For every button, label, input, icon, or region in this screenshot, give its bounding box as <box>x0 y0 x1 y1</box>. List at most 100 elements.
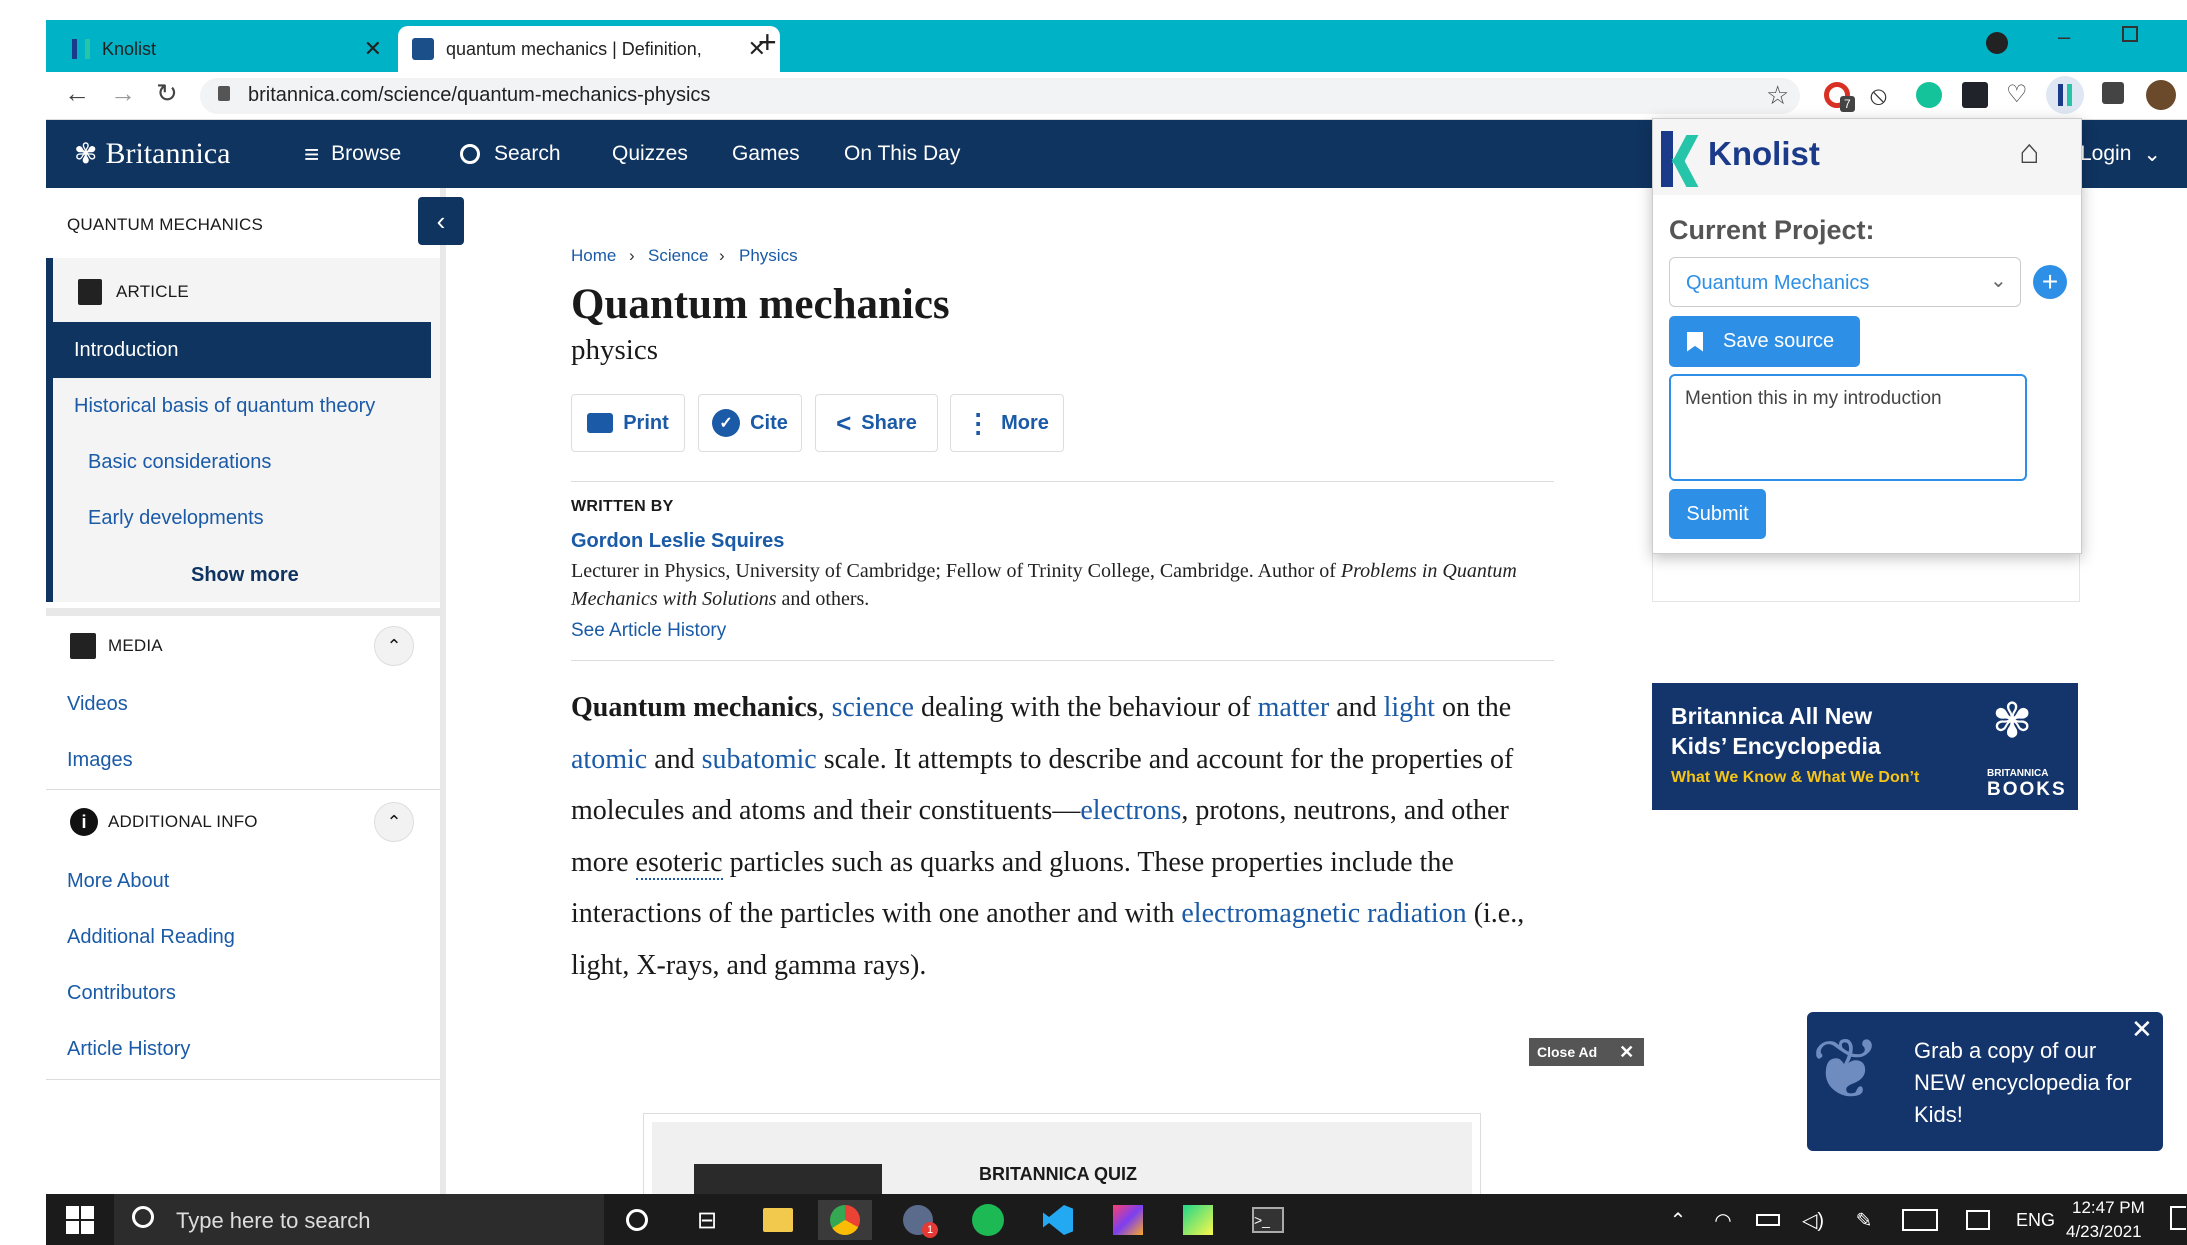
clock-date[interactable]: 4/23/2021 <box>2066 1222 2142 1242</box>
sidebar-item-historical-basis[interactable]: Historical basis of quantum theory <box>74 395 375 418</box>
share-button[interactable]: < Share <box>815 394 938 452</box>
pycharm-icon[interactable] <box>1178 1200 1218 1240</box>
pocket-icon[interactable]: ♡ <box>2006 80 2028 109</box>
close-icon[interactable]: ✕ <box>2131 1014 2153 1045</box>
bookmark-icon <box>1687 331 1703 352</box>
terminal-icon[interactable]: >_ <box>1248 1200 1288 1240</box>
nav-search[interactable]: Search <box>460 120 561 188</box>
share-icon: < <box>836 407 852 438</box>
address-bar[interactable]: britannica.com/science/quantum-mechanics… <box>200 78 1800 114</box>
tab-knolist[interactable]: Knolist ✕ <box>46 26 396 72</box>
cortana-icon[interactable] <box>617 1200 657 1240</box>
clock-time[interactable]: 12:47 PM <box>2072 1198 2145 1218</box>
nav-browse[interactable]: ≡ Browse <box>304 120 401 188</box>
close-tab-icon[interactable]: ✕ <box>364 36 382 62</box>
back-arrow-icon[interactable]: ← <box>64 78 90 109</box>
touch-keyboard-icon[interactable] <box>1900 1200 1940 1240</box>
collapse-media-button[interactable]: ⌃ <box>374 626 414 666</box>
note-textarea[interactable]: Mention this in my introduction <box>1669 374 2027 481</box>
chrome-icon[interactable] <box>818 1200 872 1240</box>
close-ad-button[interactable]: Close Ad ✕ <box>1529 1038 1644 1066</box>
taskbar-search-box[interactable]: Type here to search <box>114 1194 604 1245</box>
home-icon[interactable]: ⌂ <box>2019 133 2040 172</box>
display-icon[interactable] <box>1958 1200 1998 1240</box>
more-button[interactable]: ⋮ More <box>950 394 1064 452</box>
sidebar-item-early-developments[interactable]: Early developments <box>88 507 264 530</box>
kids-promo-popup[interactable]: ❦ Grab a copy of our NEW encyclopedia fo… <box>1807 1012 2163 1151</box>
nav-login[interactable]: Login ⌄ <box>2080 120 2161 188</box>
link-electromagnetic-radiation[interactable]: electromagnetic radiation <box>1181 898 1466 929</box>
badge-check-icon: ✓ <box>712 409 741 437</box>
divider <box>571 660 1554 661</box>
restore-window-icon[interactable] <box>2122 26 2138 42</box>
add-project-button[interactable]: + <box>2033 265 2067 299</box>
breadcrumb-physics[interactable]: Physics <box>739 246 798 266</box>
close-icon: ✕ <box>1619 1041 1635 1062</box>
link-atomic[interactable]: atomic <box>571 744 647 775</box>
link-matter[interactable]: matter <box>1258 692 1330 723</box>
link-science[interactable]: science <box>832 692 914 723</box>
file-explorer-icon[interactable] <box>758 1200 798 1240</box>
intellij-icon[interactable] <box>1108 1200 1148 1240</box>
link-subatomic[interactable]: subatomic <box>702 744 817 775</box>
puzzle-extensions-icon[interactable] <box>2102 82 2124 104</box>
knolist-k-icon <box>2058 84 2072 106</box>
author-link[interactable]: Gordon Leslie Squires <box>571 530 784 553</box>
nav-quizzes[interactable]: Quizzes <box>612 120 688 188</box>
bookmark-star-icon[interactable]: ☆ <box>1766 80 1789 111</box>
grammarly-icon[interactable] <box>1916 82 1942 108</box>
breadcrumb-home[interactable]: Home <box>571 246 616 266</box>
spotify-icon[interactable] <box>968 1200 1008 1240</box>
profile-avatar[interactable] <box>2146 80 2176 110</box>
extensions-row: 7 ⦸ ♡ <box>1820 76 2180 114</box>
project-select[interactable]: Quantum Mechanics ⌄ <box>1669 257 2021 307</box>
minimize-window-icon[interactable]: – <box>2058 24 2070 50</box>
battery-icon[interactable] <box>1748 1200 1788 1240</box>
kids-encyclopedia-ad[interactable]: Britannica All New Kids’ Encyclopedia Wh… <box>1652 683 2078 810</box>
wifi-icon[interactable]: ◠ <box>1703 1200 1743 1240</box>
url-text: britannica.com/science/quantum-mechanics… <box>248 84 711 106</box>
sidebar-item-videos[interactable]: Videos <box>67 693 128 716</box>
windows-start-icon[interactable] <box>66 1206 94 1234</box>
sidebar-item-more-about[interactable]: More About <box>67 870 169 893</box>
thistle-logo-icon: ✾ <box>74 139 98 170</box>
nav-on-this-day[interactable]: On This Day <box>844 120 960 188</box>
sidebar-item-article-history[interactable]: Article History <box>67 1038 190 1061</box>
chevron-down-icon: ⌄ <box>1990 270 2007 292</box>
quiz-card[interactable]: BRITANNICA QUIZ <box>643 1113 1481 1204</box>
print-button[interactable]: Print <box>571 394 685 452</box>
action-center-icon[interactable] <box>2170 1206 2186 1230</box>
sidebar-item-additional-reading[interactable]: Additional Reading <box>67 926 235 949</box>
forward-arrow-icon[interactable]: → <box>110 78 136 109</box>
cite-button[interactable]: ✓ Cite <box>698 394 802 452</box>
task-view-icon[interactable]: ⊟ <box>687 1200 727 1240</box>
breadcrumb-science[interactable]: Science <box>648 246 708 266</box>
article-sidebar: QUANTUM MECHANICS ‹ ARTICLE Introduction… <box>46 188 464 1194</box>
sidebar-item-images[interactable]: Images <box>67 749 133 772</box>
nav-games[interactable]: Games <box>732 120 800 188</box>
sidebar-item-basic-considerations[interactable]: Basic considerations <box>88 451 271 474</box>
article-history-link[interactable]: See Article History <box>571 620 726 642</box>
sidebar-item-contributors[interactable]: Contributors <box>67 982 176 1005</box>
vscode-icon[interactable] <box>1038 1200 1078 1240</box>
definition-term-esoteric[interactable]: esoteric <box>635 846 723 880</box>
link-electrons[interactable]: electrons <box>1080 795 1181 826</box>
britannica-logo[interactable]: ✾ Britannica <box>74 120 230 188</box>
collapse-sidebar-button[interactable]: ‹ <box>418 197 464 245</box>
collapse-info-button[interactable]: ⌃ <box>374 802 414 842</box>
link-light[interactable]: light <box>1384 692 1435 723</box>
volume-icon[interactable]: ◁) <box>1793 1200 1833 1240</box>
react-devtools-icon[interactable] <box>1962 82 1988 108</box>
profile-menu-icon[interactable] <box>1986 32 2008 54</box>
pen-icon[interactable]: ✎ <box>1844 1200 1884 1240</box>
language-indicator[interactable]: ENG <box>2016 1210 2055 1231</box>
block-icon[interactable]: ⦸ <box>1870 80 1887 112</box>
reload-icon[interactable]: ↻ <box>156 78 178 109</box>
tray-chevron-icon[interactable]: ⌃ <box>1658 1200 1698 1240</box>
knolist-header: Knolist ⌂ <box>1653 119 2081 195</box>
new-tab-plus-icon[interactable]: + <box>758 24 777 61</box>
show-more-link[interactable]: Show more <box>191 564 299 587</box>
submit-button[interactable]: Submit <box>1669 489 1766 539</box>
tab-quantum-mechanics[interactable]: quantum mechanics | Definition, ✕ <box>398 26 780 72</box>
save-source-button[interactable]: Save source <box>1669 316 1860 367</box>
